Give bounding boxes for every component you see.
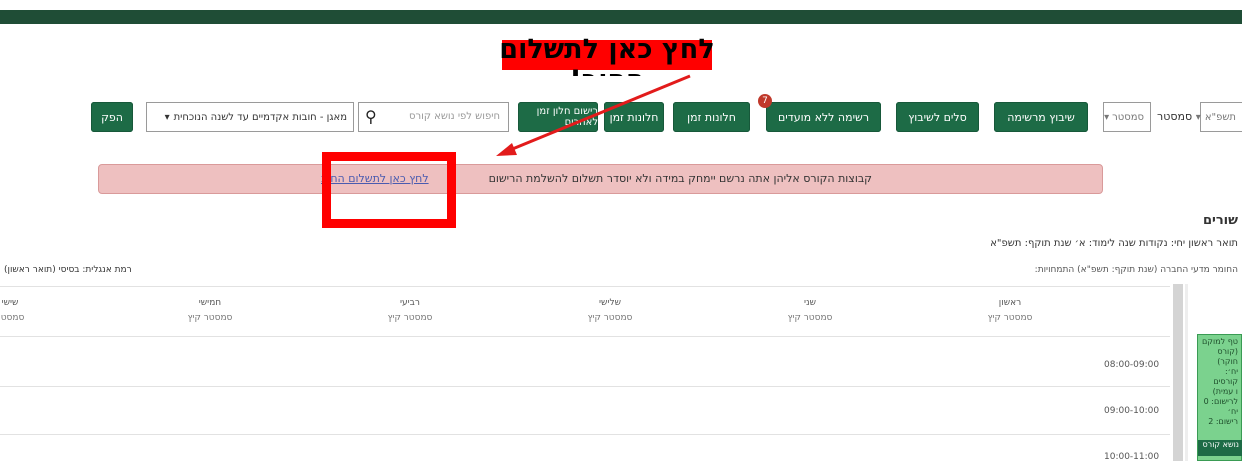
course-card-line: יח׳: קורסים bbox=[1213, 367, 1238, 386]
day-name: שלישי bbox=[599, 298, 621, 308]
course-card-line: חוקר) bbox=[1217, 357, 1238, 366]
day-header: רביעי סמסטר קיץ bbox=[370, 298, 450, 323]
course-card-line: טף למוקם bbox=[1202, 337, 1238, 346]
course-card-button[interactable]: נושא קורס bbox=[1198, 440, 1242, 456]
course-card-line: (קורס bbox=[1217, 347, 1238, 356]
day-header: שישי סמסטר bbox=[0, 298, 50, 323]
day-name: חמישי bbox=[198, 298, 222, 308]
day-name: שישי bbox=[1, 298, 19, 308]
day-name: ראשון bbox=[998, 298, 1022, 308]
time-slot-label: 08:00-09:00 bbox=[1104, 360, 1160, 370]
arrow-line bbox=[509, 74, 691, 152]
day-sub: סמסטר קיץ bbox=[387, 313, 433, 323]
row-divider bbox=[0, 336, 1170, 337]
day-sub: סמסטר קיץ bbox=[787, 313, 833, 323]
day-sub: סמסטר קיץ bbox=[987, 313, 1033, 323]
scrollbar-thumb[interactable] bbox=[1173, 284, 1183, 461]
day-header: ראשון סמסטר קיץ bbox=[970, 298, 1050, 323]
student-section-title: שורים bbox=[1202, 213, 1238, 228]
row-divider bbox=[0, 386, 1170, 387]
annotation-arrow bbox=[496, 74, 691, 156]
row-divider bbox=[0, 434, 1170, 435]
day-header: שני סמסטר קיץ bbox=[770, 298, 850, 323]
arrow-head bbox=[496, 143, 517, 156]
student-program: החומר מדעי החברה (שנת תוקף: תשפ"א) התמחו… bbox=[1034, 265, 1238, 275]
course-card-line: לרישום: 0 יח׳ bbox=[1203, 397, 1238, 416]
course-card-line: ו עמית) bbox=[1212, 387, 1238, 396]
student-meta: תואר ראשון יחי: נקודות שנה לימוד: א׳ שנת… bbox=[990, 238, 1238, 249]
day-sub: סמסטר קיץ bbox=[187, 313, 233, 323]
course-card-line: רישום: 2 bbox=[1208, 417, 1238, 426]
day-sub: סמסטר קיץ bbox=[587, 313, 633, 323]
day-name: רביעי bbox=[400, 298, 420, 308]
scrollbar-track[interactable] bbox=[1185, 284, 1188, 461]
english-level: רמת אנגלית: בסיסי (תואר ראשון) bbox=[4, 265, 132, 275]
day-header: שלישי סמסטר קיץ bbox=[570, 298, 650, 323]
day-name: שני bbox=[804, 298, 816, 308]
time-slot-label: 09:00-10:00 bbox=[1104, 406, 1160, 416]
day-header: חמישי סמסטר קיץ bbox=[170, 298, 250, 323]
day-sub: סמסטר bbox=[0, 313, 25, 323]
divider bbox=[0, 286, 1170, 287]
